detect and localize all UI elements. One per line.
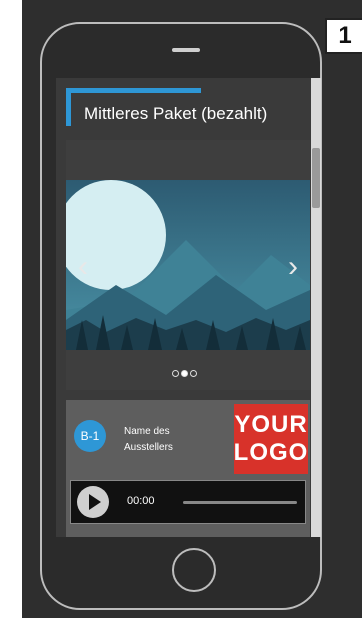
slider-dot[interactable] xyxy=(172,370,179,377)
logo-line1: YOUR xyxy=(234,411,308,438)
audio-player: 00:00 xyxy=(70,480,306,524)
slider-next-arrow-icon[interactable]: › xyxy=(288,252,298,282)
header-accent-bar xyxy=(66,88,201,93)
slider-dots xyxy=(172,370,197,377)
landscape-image xyxy=(66,180,310,350)
slider-dot-active[interactable] xyxy=(181,370,188,377)
exhibitor-logo: YOUR LOGO xyxy=(234,404,308,474)
phone-home-button[interactable] xyxy=(172,548,216,592)
scroll-thumb[interactable] xyxy=(312,148,320,208)
booth-badge: B-1 xyxy=(74,420,106,452)
logo-line2: LOGO xyxy=(233,439,309,466)
phone-speaker xyxy=(172,48,200,52)
slider-dot[interactable] xyxy=(190,370,197,377)
exhibitor-card: B-1 Name des Ausstellers YOUR LOGO 00:00 xyxy=(66,400,310,537)
slider-prev-arrow-icon[interactable]: ‹ xyxy=(78,252,88,282)
audio-progress-track[interactable] xyxy=(183,501,297,504)
step-number-badge: 1 xyxy=(325,18,362,54)
package-title: Mittleres Paket (bezahlt) xyxy=(84,104,268,123)
exhibitor-name: Name des Ausstellers xyxy=(124,426,173,453)
phone-screen: Mittleres Paket (bezahlt) ‹ › B-1 Name d… xyxy=(56,78,321,537)
screen-scrollbar[interactable] xyxy=(311,78,321,537)
header-accent-line xyxy=(66,88,71,126)
image-slider[interactable]: ‹ › xyxy=(66,140,310,390)
audio-time: 00:00 xyxy=(127,495,155,507)
play-icon[interactable] xyxy=(77,486,109,518)
